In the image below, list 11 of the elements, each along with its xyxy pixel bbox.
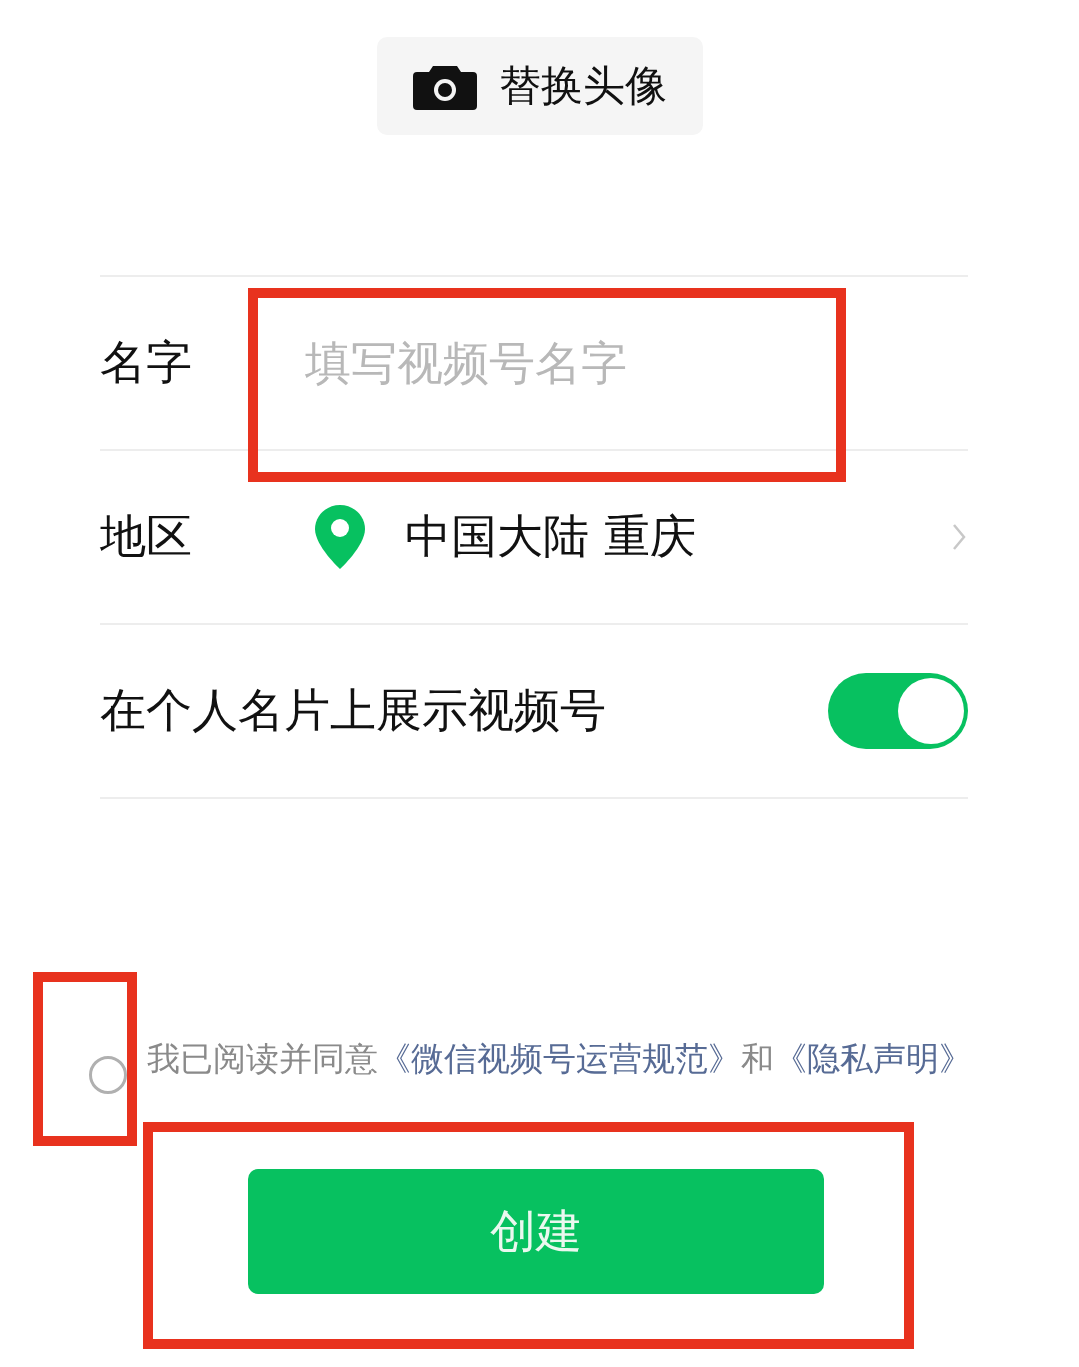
replace-avatar-button[interactable]: 替换头像 xyxy=(376,37,703,135)
agreement-checkbox[interactable] xyxy=(89,1056,127,1094)
agreement-link[interactable]: 《隐私声明》 xyxy=(774,1039,972,1078)
field-label: 地区 xyxy=(100,508,193,565)
region-value[interactable]: 中国大陆 重庆 xyxy=(405,506,952,568)
agreement-text: 我已阅读并同意《微信视频号运营规范》和《隐私声明》 xyxy=(147,1038,972,1080)
field-label: 在个人名片上展示视频号 xyxy=(100,682,607,739)
chevron-right-icon xyxy=(952,523,966,551)
field-label: 名字 xyxy=(100,334,193,391)
agreement-link[interactable]: 《微信视频号运营规范》 xyxy=(378,1039,741,1078)
location-pin-icon xyxy=(315,505,365,569)
